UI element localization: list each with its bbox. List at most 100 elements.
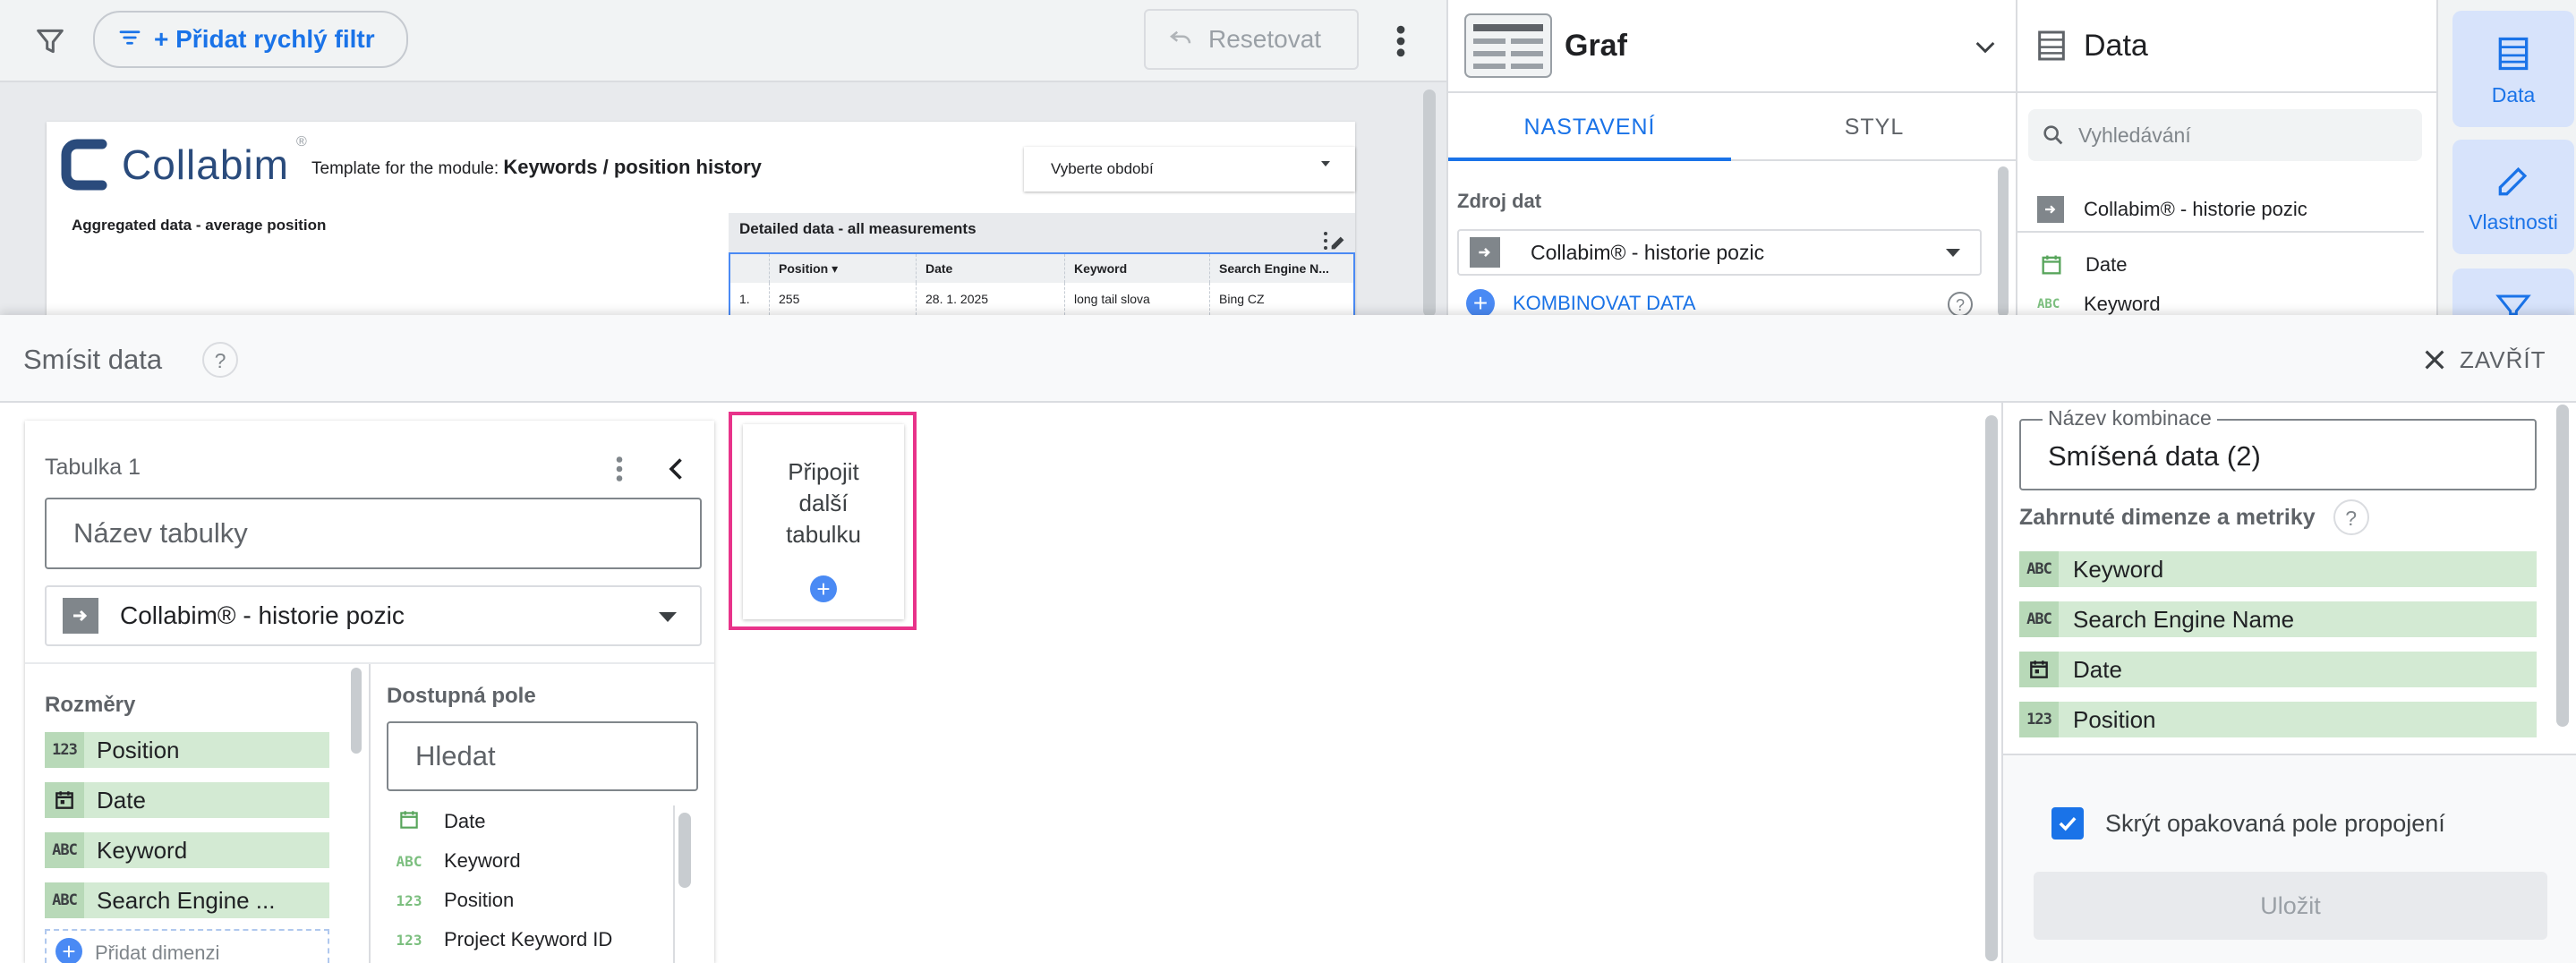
- cell-date: 28. 1. 2025: [917, 283, 1065, 315]
- undo-icon: [1165, 24, 1196, 55]
- blend-canvas-scrollbar[interactable]: [1985, 415, 1998, 961]
- table-chart-icon: [1464, 13, 1552, 78]
- tab-setup[interactable]: NASTAVENÍ: [1448, 93, 1731, 161]
- included-label: Search Engine Name: [2073, 605, 2295, 633]
- dimension-label: Date: [97, 786, 146, 814]
- dimensions-scrollbar[interactable]: [351, 668, 362, 754]
- more-vert-icon[interactable]: [1387, 21, 1414, 61]
- included-chip-keyword[interactable]: ABC Keyword: [2019, 551, 2537, 587]
- abc-icon: ABC: [396, 852, 422, 870]
- data-source-select[interactable]: Collabim® - historie pozic: [1457, 229, 1982, 276]
- period-select[interactable]: Vyberte období: [1024, 147, 1355, 192]
- close-button[interactable]: ZAVŘÍT: [2420, 342, 2546, 378]
- combo-name-field[interactable]: Název kombinace Smíšená data (2): [2019, 406, 2537, 490]
- reset-button[interactable]: Resetovat: [1144, 9, 1359, 70]
- add-dimension-button[interactable]: + Přidat dimenzi: [45, 929, 329, 963]
- included-title: Zahrnuté dimenze a metriky: [2019, 504, 2316, 530]
- right-panel-scrollbar[interactable]: [2556, 405, 2569, 727]
- table-source-select[interactable]: Collabim® - historie pozic: [45, 585, 702, 646]
- available-fields-list: Date ABC Keyword 123 Position 123 Projec…: [387, 802, 698, 963]
- abc-type-icon: ABC: [45, 882, 84, 918]
- join-table-line1: Připojit: [788, 458, 859, 485]
- chevron-down-icon: [1975, 41, 1995, 54]
- data-source-item[interactable]: Collabim® - historie pozic: [2017, 188, 2424, 233]
- row-index-header: [730, 254, 770, 283]
- chart-panel-scrollbar[interactable]: [1998, 166, 2009, 317]
- help-icon[interactable]: ?: [1948, 292, 1973, 317]
- rail-properties-button[interactable]: Vlastnosti: [2452, 140, 2574, 254]
- field-label: Project Keyword ID: [444, 928, 613, 950]
- canvas-scrollbar[interactable]: [1423, 89, 1436, 317]
- available-fields-scroll-track: [673, 805, 675, 963]
- column-header-date[interactable]: Date: [917, 254, 1065, 283]
- included-chip-date[interactable]: Date: [2019, 652, 2537, 687]
- more-vert-icon[interactable]: [610, 453, 628, 485]
- field-item-position[interactable]: 123 Position: [387, 881, 698, 920]
- aggregated-title: Aggregated data - average position: [72, 217, 327, 234]
- data-search-input[interactable]: Vyhledávání: [2028, 109, 2422, 161]
- cell-search-engine: Bing CZ: [1219, 292, 1265, 306]
- column-header-position[interactable]: Position ▾: [770, 254, 917, 283]
- abc-icon: ABC: [2037, 297, 2060, 311]
- dimension-chip-position[interactable]: 123 Position: [45, 732, 329, 768]
- dimension-chip-search-engine[interactable]: ABC Search Engine ...: [45, 882, 329, 918]
- collabim-logo: Collabim ®: [57, 131, 307, 199]
- checkbox-checked-icon[interactable]: [2051, 807, 2084, 839]
- available-fields-scrollbar[interactable]: [678, 813, 691, 888]
- field-item-date[interactable]: Date: [387, 802, 698, 841]
- detailed-table[interactable]: Position ▾ Date Keyword Search Engine N.…: [729, 252, 1355, 317]
- column-header-keyword[interactable]: Keyword: [1065, 254, 1210, 283]
- help-icon[interactable]: ?: [2333, 499, 2369, 535]
- field-label: Position: [444, 889, 515, 911]
- table-header-row: Position ▾ Date Keyword Search Engine N.…: [730, 254, 1353, 283]
- tab-setup-label: NASTAVENÍ: [1523, 115, 1656, 140]
- rail-filter-button[interactable]: [2452, 268, 2574, 317]
- calendar-icon: [45, 782, 84, 818]
- calendar-icon: [2019, 652, 2059, 687]
- collapse-chevron-icon[interactable]: [661, 453, 693, 485]
- column-header-search-engine[interactable]: Search Engine N...: [1210, 254, 1353, 283]
- filter-icon[interactable]: [32, 23, 68, 59]
- chart-type-select[interactable]: Graf: [1448, 0, 2017, 93]
- rail-data-button[interactable]: Data: [2452, 11, 2574, 127]
- data-panel: Data Vyhledávání Collabim® - historie po…: [2017, 0, 2438, 317]
- tab-style[interactable]: STYL: [1731, 93, 2017, 161]
- number-icon: 123: [396, 931, 422, 949]
- dimension-chip-keyword[interactable]: ABC Keyword: [45, 832, 329, 868]
- calendar-icon: [387, 808, 431, 835]
- quick-filter-icon: [116, 24, 145, 55]
- search-icon: [2043, 125, 2063, 145]
- data-source-label: Zdroj dat: [1457, 190, 1542, 212]
- dimension-label: Search Engine ...: [97, 886, 276, 914]
- field-item-keyword[interactable]: ABC Keyword: [387, 841, 698, 881]
- side-rail: Data Vlastnosti: [2438, 0, 2576, 317]
- rail-properties-label: Vlastnosti: [2469, 210, 2558, 234]
- editor-panels: Graf NASTAVENÍ STYL Zdroj dat Collabim® …: [1446, 0, 2576, 319]
- more-vert-small-icon[interactable]: [1321, 229, 1330, 252]
- included-chip-search-engine-name[interactable]: ABC Search Engine Name: [2019, 601, 2537, 637]
- caret-down-icon: [659, 612, 677, 622]
- edit-icon[interactable]: [1328, 233, 1348, 252]
- abc-type-icon: ABC: [45, 832, 84, 868]
- row-index: 1.: [730, 283, 770, 315]
- included-chip-position[interactable]: 123 Position: [2019, 702, 2537, 737]
- table-editor-card: Tabulka 1 Název tabulky Collabim® - hist…: [25, 421, 714, 963]
- field-item-project-keyword-id[interactable]: 123 Project Keyword ID: [387, 920, 698, 959]
- caret-down-icon: [1946, 249, 1960, 257]
- calendar-icon: [2042, 255, 2061, 275]
- included-title-row: Zahrnuté dimenze a metriky ?: [2019, 499, 2369, 535]
- join-table-card[interactable]: Připojit další tabulku +: [743, 424, 904, 619]
- add-circle-icon[interactable]: +: [810, 575, 837, 602]
- quick-filter-button[interactable]: + Přidat rychlý filtr: [93, 11, 408, 68]
- combine-data-button[interactable]: + KOMBINOVAT DATA: [1466, 288, 1696, 319]
- field-search-input[interactable]: Hledat: [387, 721, 698, 791]
- dimension-label: Keyword: [97, 836, 188, 864]
- field-item-date[interactable]: Date: [2017, 247, 2127, 283]
- dimension-chip-date[interactable]: Date: [45, 782, 329, 818]
- save-label: Uložit: [2260, 892, 2321, 919]
- hide-repeated-checkbox-row[interactable]: Skrýt opakovaná pole propojení: [2051, 802, 2445, 845]
- table-name-input[interactable]: Název tabulky: [45, 498, 702, 569]
- save-button[interactable]: Uložit: [2034, 872, 2547, 940]
- help-icon[interactable]: ?: [202, 342, 238, 378]
- abc-type-icon: ABC: [2019, 601, 2059, 637]
